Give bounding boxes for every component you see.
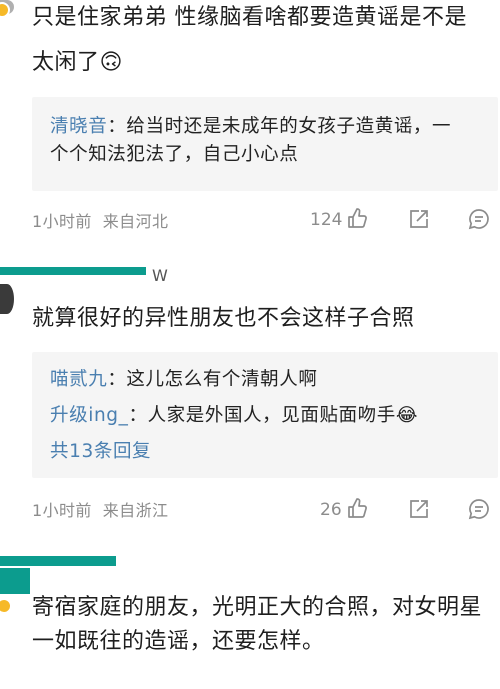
thumbs-up-icon[interactable] bbox=[346, 207, 368, 229]
reply-box[interactable]: 清晓音：给当时还是未成年的女孩子造黄谣，一 个个知法犯法了，自己小心点 bbox=[32, 97, 498, 191]
avatar-badge bbox=[0, 598, 12, 614]
comment-icon[interactable] bbox=[467, 497, 491, 521]
comment-icon[interactable] bbox=[467, 207, 491, 231]
reply-item[interactable]: 清晓音：给当时还是未成年的女孩子造黄谣，一 个个知法犯法了，自己小心点 bbox=[50, 113, 490, 169]
comment-time: 1小时前 bbox=[32, 212, 92, 231]
reply-box[interactable]: 喵贰九：这儿怎么有个清朝人啊 升级ing_：人家是外国人，见面贴面吻手😂 共13… bbox=[32, 352, 498, 478]
reply-author[interactable]: 升级ing_ bbox=[50, 405, 128, 426]
avatar[interactable] bbox=[0, 284, 14, 314]
reply-text-continued: 个个知法犯法了，自己小心点 bbox=[50, 144, 299, 165]
redaction-bar bbox=[0, 267, 146, 275]
like-count: 124 bbox=[310, 210, 343, 230]
thumbs-up-icon[interactable] bbox=[346, 497, 368, 519]
reply-text: 人家是外国人，见面贴面吻手😂 bbox=[147, 405, 419, 426]
more-replies-link[interactable]: 共13条回复 bbox=[50, 438, 151, 466]
comment-time: 1小时前 bbox=[32, 501, 92, 520]
reply-text: 这儿怎么有个清朝人啊 bbox=[126, 369, 318, 390]
share-icon[interactable] bbox=[407, 207, 431, 231]
reply-item[interactable]: 升级ing_：人家是外国人，见面贴面吻手😂 bbox=[50, 402, 490, 430]
avatar-badge bbox=[0, 2, 10, 18]
redaction-bar bbox=[0, 556, 116, 566]
reply-text: 给当时还是未成年的女孩子造黄谣，一 bbox=[126, 116, 452, 137]
comment-location: 来自河北 bbox=[102, 212, 169, 231]
like-count: 26 bbox=[320, 500, 342, 520]
reply-author[interactable]: 清晓音 bbox=[50, 116, 107, 137]
comment-username-fragment[interactable]: W bbox=[152, 266, 168, 285]
comment-meta: 1小时前 来自浙江 bbox=[32, 497, 168, 521]
comment-text: 只是住家弟弟 性缘脑看啥都要造黄谣是不是 太闲了🙃 bbox=[32, 5, 467, 75]
share-icon[interactable] bbox=[407, 497, 431, 521]
redaction-bar bbox=[0, 568, 30, 594]
reply-author[interactable]: 喵贰九 bbox=[50, 369, 107, 390]
reply-item[interactable]: 喵贰九：这儿怎么有个清朝人啊 bbox=[50, 366, 490, 394]
comment-text: 就算很好的异性朋友也不会这样子合照 bbox=[32, 306, 415, 331]
comment-text: 寄宿家庭的朋友，光明正大的合照，对女明星 一如既往的造谣，还要怎样。 bbox=[32, 595, 483, 654]
comment-meta: 1小时前 来自河北 bbox=[32, 208, 168, 232]
comment-location: 来自浙江 bbox=[102, 501, 169, 520]
